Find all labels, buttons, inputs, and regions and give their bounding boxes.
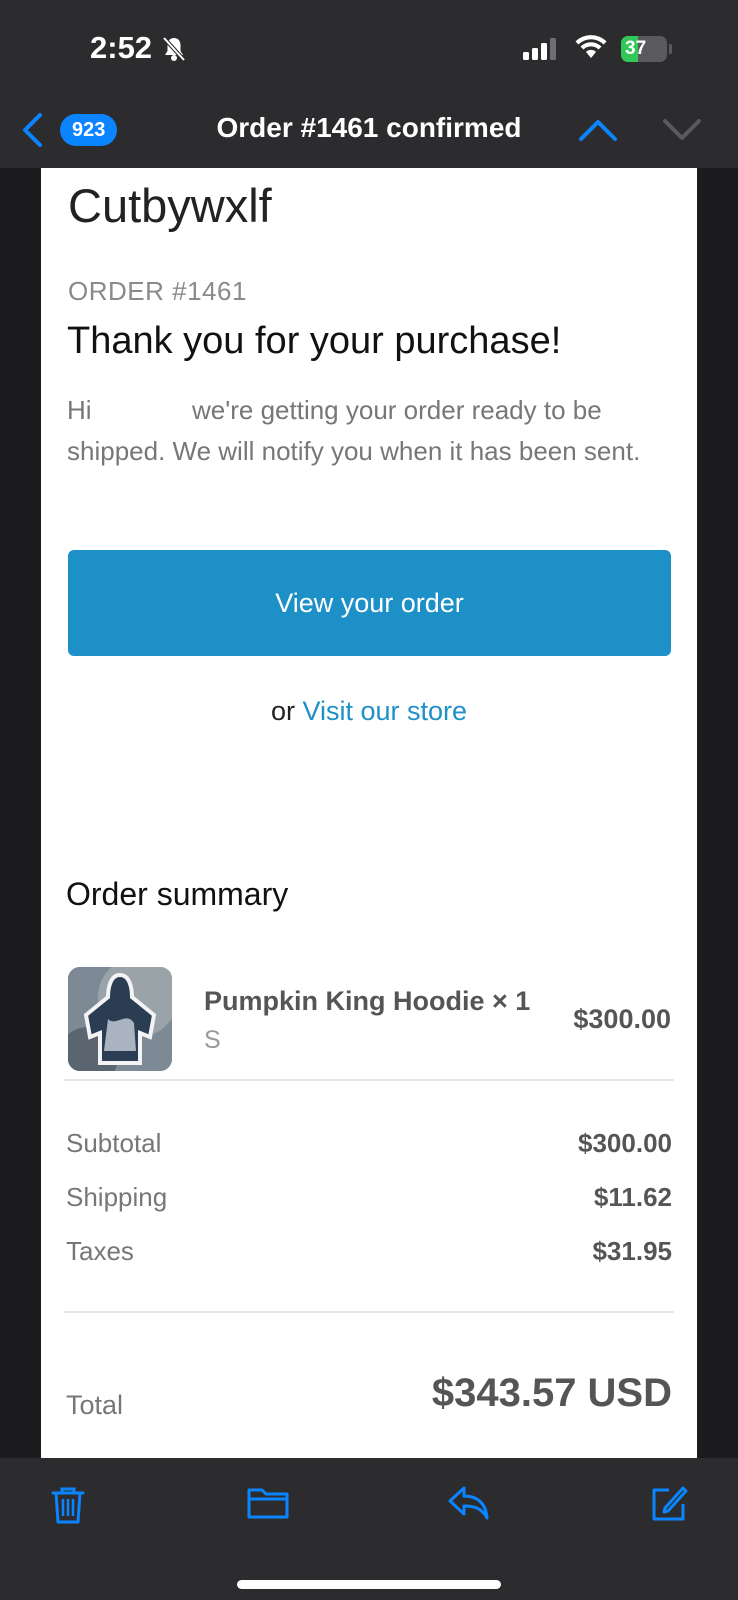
alt-prefix: or — [270, 696, 295, 726]
home-indicator[interactable] — [237, 1580, 501, 1589]
previous-message-icon[interactable] — [578, 118, 618, 142]
subtotal-label: Subtotal — [66, 1128, 162, 1158]
folder-icon[interactable] — [246, 1484, 290, 1520]
bell-off-icon — [162, 36, 186, 62]
taxes-value: $31.95 — [592, 1236, 672, 1266]
trash-icon[interactable] — [50, 1484, 86, 1526]
email-body: Cutbywxlf ORDER #1461 Thank you for your… — [41, 168, 697, 1458]
bottom-toolbar — [0, 1458, 738, 1600]
thank-you-heading: Thank you for your purchase! — [67, 320, 562, 362]
total-label: Total — [66, 1390, 124, 1420]
subtotal-value: $300.00 — [578, 1128, 672, 1158]
compose-icon[interactable] — [649, 1484, 689, 1524]
wifi-icon — [575, 35, 607, 58]
next-message-icon[interactable] — [662, 118, 702, 142]
status-time: 2:52 — [90, 30, 153, 65]
order-message: Hi we're getting your order ready to be … — [67, 390, 657, 472]
message-text: we're getting your order ready to be shi… — [67, 395, 641, 466]
battery-percent: 37 — [625, 38, 647, 59]
visit-store-link[interactable]: Visit our store — [302, 696, 467, 726]
nav-title: Order #1461 confirmed — [216, 112, 522, 143]
cellular-signal-icon — [523, 38, 556, 60]
visit-store-line: or Visit our store — [41, 696, 697, 727]
product-variant: S — [204, 1026, 221, 1054]
shipping-value: $11.62 — [593, 1182, 672, 1212]
reply-icon[interactable] — [446, 1484, 490, 1522]
top-bar: 2:52 37 923 Order #1461 confirmed — [0, 0, 738, 168]
product-name: Pumpkin King Hoodie × 1 — [204, 986, 531, 1016]
order-number: ORDER #1461 — [68, 276, 247, 306]
total-value: $343.57 USD — [431, 1371, 672, 1415]
product-price: $300.00 — [573, 1004, 671, 1034]
message-greeting: Hi — [67, 395, 92, 425]
taxes-label: Taxes — [66, 1236, 134, 1266]
product-thumbnail[interactable] — [68, 967, 172, 1071]
divider — [64, 1079, 674, 1081]
battery-indicator: 37 — [621, 36, 672, 62]
view-order-button[interactable]: View your order — [68, 550, 671, 656]
shipping-label: Shipping — [66, 1182, 168, 1212]
order-summary-heading: Order summary — [66, 876, 289, 912]
store-name: Cutbywxlf — [68, 179, 272, 232]
divider — [64, 1311, 674, 1313]
